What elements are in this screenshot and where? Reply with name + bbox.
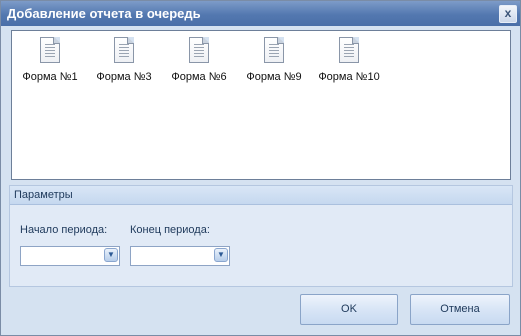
report-item-forma-3[interactable]: Форма №3 (87, 37, 161, 83)
parameters-title: Параметры (14, 189, 73, 201)
report-item-label: Форма №3 (96, 71, 152, 83)
report-list[interactable]: Форма №1 Форма №3 Форма №6 Форма №9 Форм… (11, 30, 511, 180)
report-item-label: Форма №1 (22, 71, 78, 83)
ok-button[interactable]: OK (300, 294, 398, 325)
report-item-label: Форма №10 (318, 71, 380, 83)
document-icon (40, 37, 60, 63)
period-start-select[interactable]: ▼ (20, 246, 120, 266)
dialog-window: Добавление отчета в очередь x Форма №1 Ф… (0, 0, 521, 336)
parameters-panel: Параметры Начало периода: Конец периода:… (9, 185, 513, 287)
document-icon (264, 37, 284, 63)
dialog-body: Форма №1 Форма №3 Форма №6 Форма №9 Форм… (1, 26, 520, 335)
report-item-forma-1[interactable]: Форма №1 (13, 37, 87, 83)
close-icon: x (504, 6, 512, 20)
report-item-label: Форма №9 (246, 71, 302, 83)
period-end-label: Конец периода: (130, 224, 210, 236)
report-item-forma-6[interactable]: Форма №6 (162, 37, 236, 83)
close-button[interactable]: x (499, 5, 517, 23)
period-end-select[interactable]: ▼ (130, 246, 230, 266)
cancel-button[interactable]: Отмена (410, 294, 510, 325)
window-title: Добавление отчета в очередь (7, 6, 201, 21)
title-bar[interactable]: Добавление отчета в очередь x (1, 1, 520, 26)
report-item-forma-10[interactable]: Форма №10 (312, 37, 386, 83)
document-icon (114, 37, 134, 63)
parameters-header: Параметры (10, 186, 512, 205)
chevron-down-icon[interactable]: ▼ (104, 248, 118, 262)
document-icon (189, 37, 209, 63)
report-item-forma-9[interactable]: Форма №9 (237, 37, 311, 83)
document-icon (339, 37, 359, 63)
chevron-down-icon[interactable]: ▼ (214, 248, 228, 262)
period-start-label: Начало периода: (20, 224, 108, 236)
report-item-label: Форма №6 (171, 71, 227, 83)
